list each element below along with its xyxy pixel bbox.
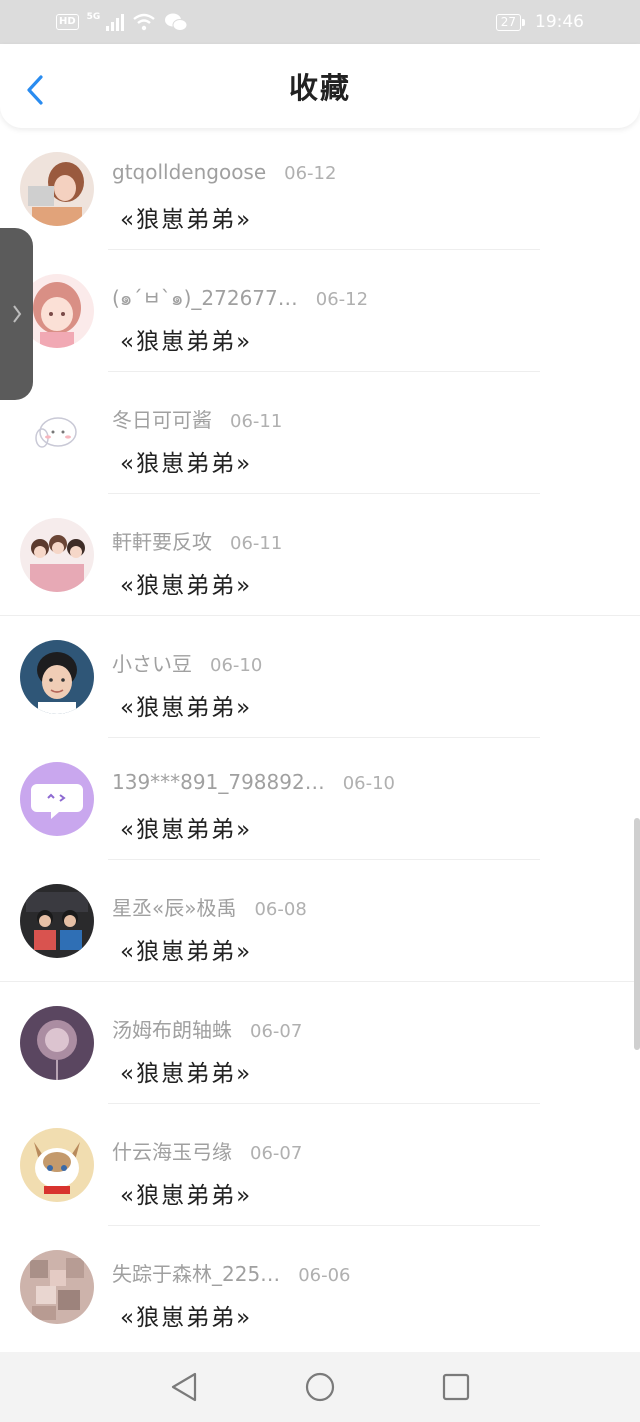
hd-badge: HD (56, 14, 79, 30)
avatar[interactable] (20, 518, 94, 592)
wechat-icon (165, 13, 188, 31)
list-item[interactable]: 冬日可可酱 06-11 «狼崽弟弟» (0, 372, 640, 494)
triangle-back-icon (171, 1372, 197, 1402)
item-meta: 冬日可可酱 06-11 (112, 404, 282, 433)
item-content[interactable]: «狼崽弟弟» (120, 810, 252, 844)
avatar[interactable] (20, 1250, 94, 1324)
username[interactable]: 星丞«辰»极禹 (112, 892, 236, 921)
status-bar: HD 5G 27 19:46 (0, 0, 640, 44)
item-date: 06-12 (315, 289, 369, 310)
avatar[interactable] (20, 1128, 94, 1202)
list-item[interactable]: gtqolldengoose 06-12 «狼崽弟弟» (0, 128, 640, 250)
item-meta: 失踪于森林_225… 06-06 (112, 1258, 351, 1287)
item-meta: 什云海玉弓缘 06-07 (112, 1136, 302, 1165)
item-meta: 星丞«辰»极禹 06-08 (112, 892, 307, 921)
username[interactable]: 冬日可可酱 (112, 404, 212, 433)
nav-home-button[interactable] (302, 1369, 338, 1405)
list-item[interactable]: 139***891_798892… 06-10 «狼崽弟弟» (0, 738, 640, 860)
item-date: 06-06 (298, 1265, 351, 1286)
item-date: 06-12 (284, 163, 337, 184)
item-meta: 汤姆布朗轴蛛 06-07 (112, 1014, 302, 1043)
page-header: 收藏 (0, 44, 640, 128)
battery-icon: 27 (495, 13, 526, 31)
item-date: 06-08 (254, 899, 307, 920)
nav-recents-button[interactable] (438, 1369, 474, 1405)
chevron-left-icon (27, 75, 43, 105)
nav-back-button[interactable] (166, 1369, 202, 1405)
network-type: 5G (86, 12, 101, 22)
item-content[interactable]: «狼崽弟弟» (120, 566, 252, 600)
item-content[interactable]: «狼崽弟弟» (120, 688, 252, 722)
username[interactable]: 失踪于森林_225… (112, 1258, 280, 1287)
item-content[interactable]: «狼崽弟弟» (120, 1298, 252, 1332)
avatar[interactable] (20, 640, 94, 714)
username[interactable]: 汤姆布朗轴蛛 (112, 1014, 232, 1043)
side-panel-handle[interactable] (0, 228, 33, 400)
username[interactable]: 軒軒要反攻 (112, 526, 212, 555)
item-meta: (๑´ㅂ`๑)_272677… 06-12 (112, 282, 368, 314)
item-content[interactable]: «狼崽弟弟» (120, 1176, 252, 1210)
item-meta: 139***891_798892… 06-10 (112, 770, 395, 794)
item-content[interactable]: «狼崽弟弟» (120, 932, 252, 966)
status-right: 27 19:46 (495, 12, 584, 32)
chevron-right-icon (12, 305, 21, 323)
item-meta: gtqolldengoose 06-12 (112, 160, 336, 184)
item-meta: 軒軒要反攻 06-11 (112, 526, 282, 555)
wifi-icon (133, 13, 156, 31)
item-content[interactable]: «狼崽弟弟» (120, 1054, 252, 1088)
item-date: 06-11 (230, 533, 283, 554)
signal-icon (106, 13, 125, 31)
square-recents-icon (442, 1373, 470, 1401)
list-item[interactable]: 軒軒要反攻 06-11 «狼崽弟弟» (0, 494, 640, 616)
avatar[interactable] (20, 1006, 94, 1080)
item-date: 06-10 (342, 773, 396, 794)
list-item[interactable]: 汤姆布朗轴蛛 06-07 «狼崽弟弟» (0, 982, 640, 1104)
item-content[interactable]: «狼崽弟弟» (120, 444, 252, 478)
item-date: 06-07 (250, 1021, 303, 1042)
username[interactable]: 小さい豆 (112, 648, 192, 677)
scrollbar-thumb[interactable] (634, 818, 640, 1050)
item-content[interactable]: «狼崽弟弟» (120, 322, 252, 356)
item-date: 06-10 (210, 655, 263, 676)
favorites-list: gtqolldengoose 06-12 «狼崽弟弟» (๑´ㅂ`๑)_2726… (0, 128, 640, 1348)
username[interactable]: gtqolldengoose (112, 160, 266, 184)
circle-home-icon (305, 1372, 335, 1402)
username[interactable]: 139***891_798892… (112, 770, 325, 794)
item-date: 06-07 (250, 1143, 303, 1164)
item-meta: 小さい豆 06-10 (112, 648, 262, 677)
page-title: 收藏 (288, 71, 351, 105)
avatar[interactable] (20, 884, 94, 958)
clock: 19:46 (535, 12, 584, 32)
status-left: HD 5G (56, 12, 188, 32)
back-button[interactable] (20, 72, 50, 108)
item-date: 06-11 (230, 411, 283, 432)
list-item[interactable]: 星丞«辰»极禹 06-08 «狼崽弟弟» (0, 860, 640, 982)
system-nav-bar (0, 1352, 640, 1422)
avatar[interactable] (20, 396, 94, 470)
username[interactable]: (๑´ㅂ`๑)_272677… (112, 282, 298, 314)
item-content[interactable]: «狼崽弟弟» (120, 200, 252, 234)
avatar[interactable] (20, 762, 94, 836)
list-item[interactable]: 什云海玉弓缘 06-07 «狼崽弟弟» (0, 1104, 640, 1226)
avatar[interactable] (20, 152, 94, 226)
list-item[interactable]: 失踪于森林_225… 06-06 «狼崽弟弟» (0, 1226, 640, 1348)
list-item[interactable]: (๑´ㅂ`๑)_272677… 06-12 «狼崽弟弟» (0, 250, 640, 372)
username[interactable]: 什云海玉弓缘 (112, 1136, 232, 1165)
list-item[interactable]: 小さい豆 06-10 «狼崽弟弟» (0, 616, 640, 738)
